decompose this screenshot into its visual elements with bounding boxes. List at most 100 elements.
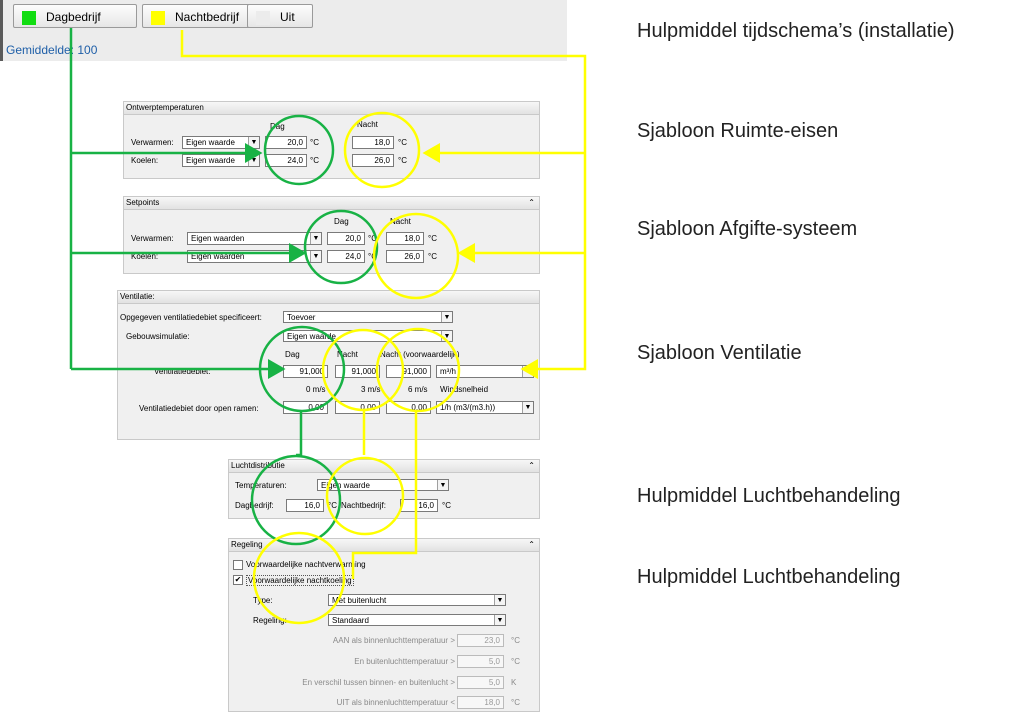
off-mode-label: Uit (280, 10, 295, 24)
open-windows-label: Ventilatiedebiet door open ramen: (139, 404, 259, 413)
side-label-ventilation: Sjabloon Ventilatie (637, 342, 802, 364)
cooling-day-input[interactable]: 24,0 (327, 250, 365, 263)
off-mode-button[interactable]: Uit (247, 4, 313, 28)
unit-label: °C (511, 657, 520, 666)
chevron-down-icon: ▼ (248, 137, 259, 148)
spec-select[interactable]: Toevoer ▼ (283, 311, 453, 323)
panel-header: Ventilatie: (118, 291, 539, 304)
chevron-down-icon: ▼ (310, 251, 321, 262)
heating-day-input[interactable]: 20,0 (327, 232, 365, 245)
row-label: Verwarmen: (131, 234, 174, 243)
open-3-input[interactable]: 0,00 (335, 401, 380, 414)
threshold-input[interactable]: 23,0 (457, 634, 504, 647)
chevron-down-icon: ▼ (441, 312, 452, 322)
row-label: Koelen: (131, 156, 159, 165)
unit-label: °C (398, 138, 407, 147)
side-label-emission-system: Sjabloon Afgifte-systeem (637, 218, 858, 240)
toolbar-left-border (0, 0, 3, 61)
unit-label: °C (368, 252, 377, 261)
threshold-input[interactable]: 5,0 (457, 655, 504, 668)
open-unit-select[interactable]: 1/h (m3/(m3.h)) ▼ (436, 401, 534, 414)
night-mode-label: Nachtbedrijf (175, 10, 240, 24)
type-select[interactable]: Met buitenlucht ▼ (328, 594, 506, 606)
cooling-night-input[interactable]: 26,0 (386, 250, 424, 263)
chevron-down-icon: ▼ (441, 331, 452, 341)
threshold-label: UIT als binnenluchttemperatuur < (336, 698, 455, 707)
debiet-day-input[interactable]: 91,000 (283, 365, 328, 378)
panel-header: Ontwerptemperaturen (124, 102, 539, 115)
cooling-night-input[interactable]: 26,0 (352, 154, 394, 167)
night-input[interactable]: 16,0 (400, 499, 438, 512)
sim-select[interactable]: Eigen waarde ▼ (283, 330, 453, 342)
heating-select[interactable]: Eigen waarden ▼ (187, 232, 322, 245)
side-label-schedules: Hulpmiddel tijdschema’s (installatie) (637, 20, 955, 42)
debiet-label: Ventilatiedebiet: (154, 367, 211, 376)
debiet-cond-input[interactable]: 91,000 (386, 365, 431, 378)
side-label-air-handling-1: Hulpmiddel Luchtbehandeling (637, 485, 901, 507)
air-distribution-panel: Luchtdistributie ⌃ Temperaturen: Eigen wa… (228, 459, 540, 519)
night-label: Nachtbedrijf: (341, 501, 386, 510)
regulation-select[interactable]: Standaard ▼ (328, 614, 506, 626)
temp-select[interactable]: Eigen waarde ▼ (317, 479, 449, 491)
panel-header: Regeling ⌃ (229, 539, 539, 552)
col-day-label: Dag (285, 350, 300, 359)
threshold-input[interactable]: 18,0 (457, 696, 504, 709)
unit-label: °C (398, 156, 407, 165)
unit-label: K (511, 678, 517, 687)
heating-night-input[interactable]: 18,0 (352, 136, 394, 149)
threshold-input[interactable]: 5,0 (457, 676, 504, 689)
chevron-down-icon: ▼ (494, 595, 505, 605)
cooling-select[interactable]: Eigen waarden ▼ (187, 250, 322, 263)
heating-day-input[interactable]: 20,0 (265, 136, 307, 149)
threshold-label: AAN als binnenluchttemperatuur > (332, 636, 455, 645)
unit-label: °C (511, 698, 520, 707)
col-night-label: Nacht (390, 217, 411, 226)
night-heating-checkbox[interactable] (233, 560, 243, 570)
col-day-label: Dag (270, 122, 285, 131)
debiet-unit-select[interactable]: m³/h ▼ (436, 365, 534, 378)
night-cooling-checkbox[interactable]: ✔ (233, 575, 243, 585)
collapse-icon[interactable]: ⌃ (528, 197, 535, 209)
chevron-down-icon: ▼ (522, 402, 533, 413)
chevron-down-icon: ▼ (310, 233, 321, 244)
regulation-label: Regeling: (253, 616, 287, 625)
heating-select[interactable]: Eigen waarde ▼ (182, 136, 260, 149)
unit-label: °C (368, 234, 377, 243)
day-mode-label: Dagbedrijf (46, 10, 101, 24)
collapse-icon[interactable]: ⌃ (528, 539, 535, 551)
panel-header: Setpoints ⌃ (124, 197, 539, 210)
collapse-icon[interactable]: ⌃ (528, 460, 535, 472)
unit-label: °C (328, 501, 337, 510)
unit-label: °C (428, 252, 437, 261)
day-mode-button[interactable]: Dagbedrijf (13, 4, 137, 28)
chevron-down-icon: ▼ (494, 615, 505, 625)
threshold-label: En buitenluchttemperatuur > (354, 657, 455, 666)
col-day-label: Dag (334, 217, 349, 226)
cooling-select[interactable]: Eigen waarde ▼ (182, 154, 260, 167)
day-input[interactable]: 16,0 (286, 499, 324, 512)
heating-night-input[interactable]: 18,0 (386, 232, 424, 245)
panel-header: Luchtdistributie ⌃ (229, 460, 539, 473)
side-label-room-requirements: Sjabloon Ruimte-eisen (637, 120, 839, 142)
side-label-air-handling-2: Hulpmiddel Luchtbehandeling (637, 566, 901, 588)
row-label: Koelen: (131, 252, 159, 261)
chevron-down-icon: ▼ (248, 155, 259, 166)
unit-label: °C (310, 156, 319, 165)
cooling-day-input[interactable]: 24,0 (265, 154, 307, 167)
unit-label: °C (428, 234, 437, 243)
check-icon: ✔ (234, 575, 242, 584)
wind-6-label: 6 m/s (408, 385, 428, 394)
debiet-night-input[interactable]: 91,000 (335, 365, 380, 378)
design-temperatures-panel: Ontwerptemperaturen Dag Nacht Verwarmen:… (123, 101, 540, 179)
setpoints-panel: Setpoints ⌃ Dag Nacht Verwarmen: Eigen wa… (123, 196, 540, 274)
open-6-input[interactable]: 0,00 (386, 401, 431, 414)
col-night-label: Nacht (337, 350, 358, 359)
day-color-swatch (22, 10, 36, 25)
night-color-swatch (151, 10, 165, 25)
spec-label: Opgegeven ventilatiedebiet specificeert: (120, 313, 262, 322)
unit-label: °C (310, 138, 319, 147)
night-heating-label: Voorwaardelijke nachtverwarming (246, 560, 366, 569)
open-0-input[interactable]: 0,00 (283, 401, 328, 414)
unit-label: °C (442, 501, 451, 510)
chevron-down-icon: ▼ (522, 366, 533, 377)
